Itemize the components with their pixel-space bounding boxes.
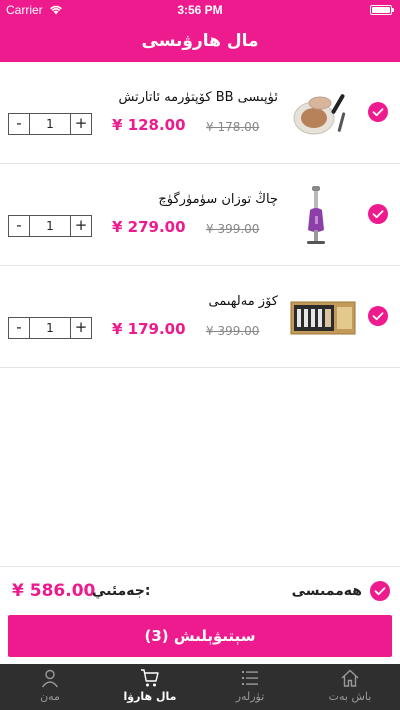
battery-icon <box>370 5 394 15</box>
original-price: ¥ 178.00 <box>206 120 260 134</box>
cart-item: كۆز مەلھىمى ¥ 399.00 ¥ 179.00 - 1 + <box>0 266 400 368</box>
select-all-label[interactable]: ھەممىسى <box>292 583 362 599</box>
product-name[interactable]: ئۈپىسى BB كۆپتۈرمە ئاتارتش <box>18 90 278 105</box>
eye-cream-box-icon[interactable] <box>290 288 356 348</box>
list-icon <box>242 671 258 685</box>
total-label: جەمئىي: <box>92 583 151 599</box>
original-price: ¥ 399.00 <box>206 324 260 338</box>
tab-home[interactable]: باش بەت <box>300 664 400 710</box>
vacuum-cleaner-icon[interactable] <box>290 186 356 246</box>
checkmark-icon <box>374 587 386 596</box>
checkmark-icon <box>372 312 384 321</box>
cart-summary: ¥ 586.00 جەمئىي: ھەممىسى سېتىۋېلىش (3) <box>0 566 400 664</box>
quantity-value[interactable]: 1 <box>30 318 70 338</box>
status-time: 3:56 PM <box>177 3 223 17</box>
home-icon <box>341 669 359 687</box>
tab-me[interactable]: مەن <box>0 664 100 710</box>
original-price: ¥ 399.00 <box>206 222 260 236</box>
cart-icon <box>141 669 159 687</box>
quantity-stepper: - 1 + <box>8 215 92 237</box>
cart-item: ئۈپىسى BB كۆپتۈرمە ئاتارتش ¥ 178.00 ¥ 12… <box>0 62 400 164</box>
tab-label: باش بەت <box>328 690 372 703</box>
checkmark-icon <box>372 108 384 117</box>
tab-label: مەن <box>40 690 60 703</box>
select-all-checkbox[interactable] <box>370 581 390 601</box>
checkmark-icon <box>372 210 384 219</box>
decrease-button[interactable]: - <box>9 318 30 338</box>
increase-button[interactable]: + <box>70 114 91 134</box>
product-name[interactable]: كۆز مەلھىمى <box>18 294 278 309</box>
tab-label: تۈرلەر <box>235 690 265 703</box>
product-price: ¥ 128.00 <box>112 116 186 134</box>
status-bar: Carrier 3:56 PM <box>0 0 400 20</box>
cart-item: چاڭ توزان سۈمۈرگۈچ ¥ 399.00 ¥ 279.00 - 1… <box>0 164 400 266</box>
tab-label: مال ھارۋا <box>123 690 177 703</box>
tab-cart[interactable]: مال ھارۋا <box>100 664 200 710</box>
decrease-button[interactable]: - <box>9 114 30 134</box>
product-name[interactable]: چاڭ توزان سۈمۈرگۈچ <box>18 192 278 207</box>
cushion-compact-icon[interactable] <box>290 84 356 144</box>
increase-button[interactable]: + <box>70 216 91 236</box>
product-price: ¥ 179.00 <box>112 320 186 338</box>
item-checkbox[interactable] <box>368 204 388 224</box>
decrease-button[interactable]: - <box>9 216 30 236</box>
page-title: مال ھارۋىسى <box>141 31 259 51</box>
tab-categories[interactable]: تۈرلەر <box>200 664 300 710</box>
product-price: ¥ 279.00 <box>112 218 186 236</box>
quantity-value[interactable]: 1 <box>30 216 70 236</box>
total-price: ¥ 586.00 <box>12 581 96 601</box>
quantity-stepper: - 1 + <box>8 113 92 135</box>
item-checkbox[interactable] <box>368 306 388 326</box>
app-header: Carrier 3:56 PM مال ھارۋىسى <box>0 0 400 62</box>
person-icon <box>41 669 59 688</box>
quantity-stepper: - 1 + <box>8 317 92 339</box>
quantity-value[interactable]: 1 <box>30 114 70 134</box>
increase-button[interactable]: + <box>70 318 91 338</box>
item-checkbox[interactable] <box>368 102 388 122</box>
checkout-button[interactable]: سېتىۋېلىش (3) <box>8 615 392 657</box>
tab-bar: مەن مال ھارۋا تۈرلەر باش بەت <box>0 664 400 710</box>
